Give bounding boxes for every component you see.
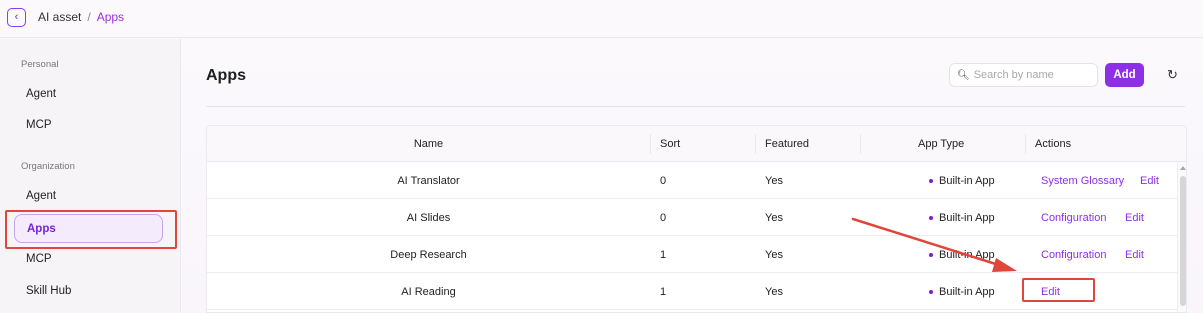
sidebar-section-personal: Personal (21, 59, 59, 70)
cell-app-type: Built-in App (929, 273, 995, 310)
status-dot-icon (929, 215, 933, 220)
sidebar-item-personal-mcp[interactable]: MCP (26, 119, 52, 131)
app-type-label: Built-in App (939, 248, 995, 261)
main-content: Apps 🔍︎ Add ↻ Name Sort Featured App Typ… (182, 39, 1203, 313)
configuration-link[interactable]: Configuration (1041, 199, 1106, 236)
search-icon: 🔍︎ (957, 69, 970, 81)
cell-name: Deep Research (390, 248, 467, 261)
cell-name: AI Slides (406, 211, 451, 224)
scroll-up-arrow-icon[interactable] (1180, 166, 1186, 170)
breadcrumb-separator: / (87, 10, 91, 24)
cell-app-type: Built-in App (929, 236, 995, 273)
scrollbar-thumb[interactable] (1180, 176, 1186, 306)
top-bar: ‹ AI asset / Apps (0, 0, 1203, 38)
edit-link[interactable]: Edit (1125, 199, 1144, 236)
column-header-featured: Featured (765, 138, 810, 150)
cell-sort: 1 (660, 285, 667, 298)
edit-link[interactable]: Edit (1125, 236, 1144, 273)
cell-sort: 0 (660, 211, 667, 224)
column-header-actions: Actions (1035, 138, 1072, 150)
sidebar-item-org-apps[interactable]: Apps (14, 214, 163, 243)
breadcrumb: AI asset / Apps (38, 10, 124, 24)
sidebar-item-personal-agent[interactable]: Agent (26, 88, 56, 100)
column-separator (755, 134, 756, 154)
sidebar-item-org-agent[interactable]: Agent (26, 190, 56, 202)
cell-name: AI Reading (401, 285, 456, 298)
cell-featured: Yes (765, 248, 783, 261)
table-row: AI Translator 0 Yes Built-in App System … (207, 162, 1177, 199)
refresh-icon[interactable]: ↻ (1167, 67, 1178, 83)
sidebar: Personal Agent MCP Organization Agent Ap… (0, 39, 181, 313)
add-button[interactable]: Add (1105, 63, 1144, 87)
cell-sort: 1 (660, 248, 667, 261)
app-type-label: Built-in App (939, 174, 995, 187)
back-button[interactable]: ‹ (7, 8, 26, 27)
column-header-sort: Sort (660, 138, 681, 150)
configuration-link[interactable]: Configuration (1041, 236, 1106, 273)
search-box[interactable]: 🔍︎ (949, 63, 1098, 87)
cell-name: AI Translator (397, 174, 460, 187)
breadcrumb-current: Apps (96, 10, 125, 24)
app-type-label: Built-in App (939, 211, 995, 224)
sidebar-section-organization: Organization (21, 161, 75, 172)
system-glossary-link[interactable]: System Glossary (1041, 162, 1124, 199)
table-row: AI Slides 0 Yes Built-in App Configurati… (207, 199, 1177, 236)
status-dot-icon (929, 178, 933, 183)
cell-featured: Yes (765, 211, 783, 224)
column-separator (860, 134, 861, 154)
divider (206, 106, 1185, 107)
search-input[interactable] (973, 69, 1094, 81)
cell-featured: Yes (765, 285, 783, 298)
chevron-left-icon: ‹ (14, 11, 19, 23)
page-title: Apps (206, 67, 246, 84)
column-separator (650, 134, 651, 154)
table-row: Deep Research 1 Yes Built-in App Configu… (207, 236, 1177, 273)
apps-table: Name Sort Featured App Type Actions AI T… (206, 125, 1187, 313)
column-separator (1025, 134, 1026, 154)
column-header-name: Name (413, 138, 444, 150)
cell-app-type: Built-in App (929, 162, 995, 199)
breadcrumb-root[interactable]: AI asset (38, 10, 81, 24)
edit-link[interactable]: Edit (1140, 162, 1159, 199)
app-type-label: Built-in App (939, 285, 995, 298)
table-row: AI Reading 1 Yes Built-in App Edit (207, 273, 1177, 310)
table-header: Name Sort Featured App Type Actions (207, 126, 1186, 162)
sidebar-item-org-mcp[interactable]: MCP (26, 253, 52, 265)
sidebar-item-skill-hub[interactable]: Skill Hub (26, 285, 71, 297)
cell-featured: Yes (765, 174, 783, 187)
cell-app-type: Built-in App (929, 199, 995, 236)
status-dot-icon (929, 289, 933, 294)
table-scrollbar[interactable] (1177, 162, 1186, 312)
cell-sort: 0 (660, 174, 667, 187)
edit-link[interactable]: Edit (1041, 273, 1060, 310)
column-header-app-type: App Type (918, 138, 965, 150)
status-dot-icon (929, 252, 933, 257)
